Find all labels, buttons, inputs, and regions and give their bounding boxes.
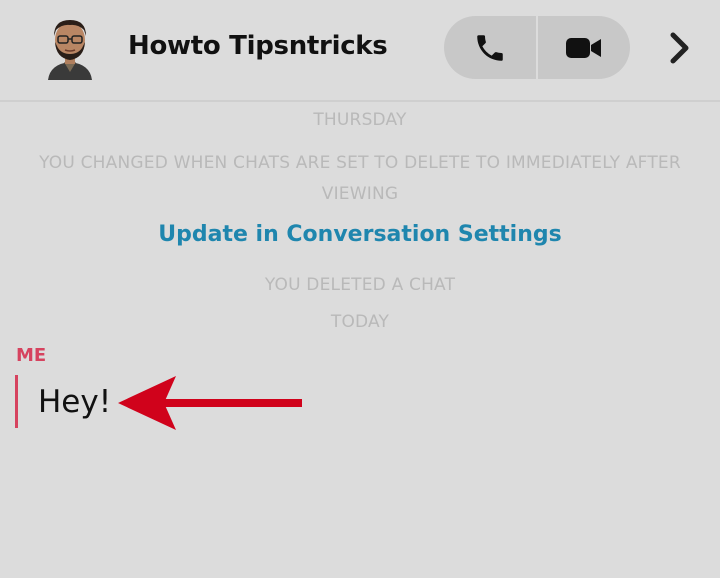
annotation-arrow-icon — [118, 376, 302, 430]
video-camera-icon — [566, 37, 601, 58]
contact-name[interactable]: Howto Tipsntricks — [128, 31, 388, 61]
sender-label: ME — [16, 345, 47, 366]
message-text[interactable]: Hey! — [38, 384, 111, 420]
phone-icon — [477, 34, 503, 61]
chat-header: Howto Tipsntricks — [0, 0, 720, 102]
delete-setting-notice: YOU CHANGED WHEN CHATS ARE SET TO DELETE… — [39, 153, 681, 204]
deleted-chat-notice: YOU DELETED A CHAT — [264, 275, 456, 295]
bitmoji-avatar-icon — [48, 20, 92, 80]
voice-call-button[interactable] — [444, 16, 536, 79]
conversation-settings-link[interactable]: Update in Conversation Settings — [0, 222, 720, 247]
video-call-button[interactable] — [538, 16, 630, 79]
avatar[interactable] — [38, 14, 102, 82]
day-separator-thursday: THURSDAY — [313, 110, 407, 130]
chat-screen: Howto Tipsntricks THURSDAY YOU CHANGED W… — [0, 0, 720, 578]
more-button[interactable] — [660, 26, 700, 70]
day-separator-today: TODAY — [330, 312, 390, 332]
chevron-right-icon — [670, 32, 689, 64]
call-actions — [444, 16, 630, 79]
message-accent-bar — [15, 375, 18, 428]
